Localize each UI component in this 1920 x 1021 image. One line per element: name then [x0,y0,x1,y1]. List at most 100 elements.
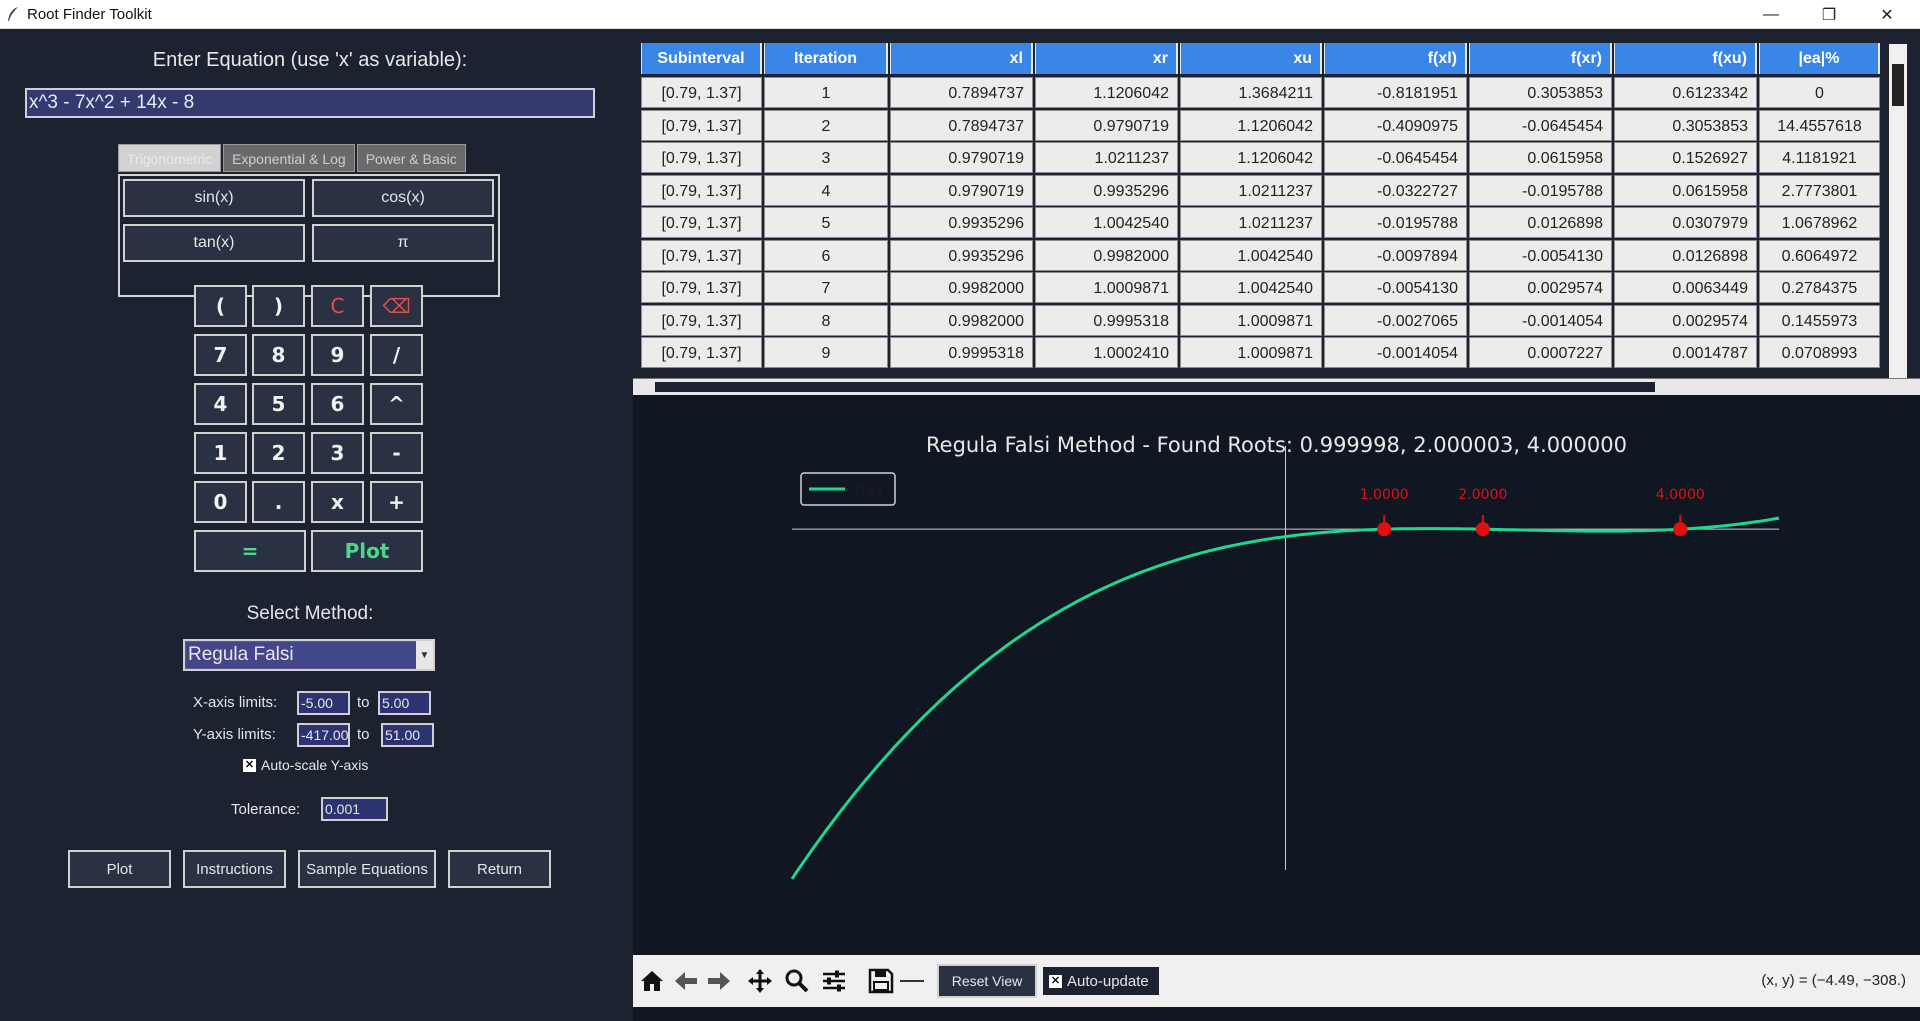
feather-icon [8,7,18,21]
restore-button[interactable]: ❐ [1800,0,1858,29]
key-equals[interactable]: = [194,530,306,572]
table-cell: 1.0678962 [1759,207,1880,238]
column-header[interactable]: Subinterval [641,43,762,74]
column-header[interactable]: f(xr) [1469,43,1612,74]
column-header[interactable]: Iteration [764,43,888,74]
key-5[interactable]: 5 [252,383,305,425]
table-cell: 1.0211237 [1035,142,1178,173]
instructions-button[interactable]: Instructions [183,850,286,888]
table-cell: 0.9982000 [1035,239,1178,271]
save-icon[interactable] [866,966,896,996]
column-header[interactable]: f(xl) [1324,43,1467,74]
table-cell: -0.0054130 [1324,272,1467,303]
table-cell: 1.0009871 [1035,272,1178,303]
y-min-input[interactable]: -417.00 [297,723,350,747]
key-3[interactable]: 3 [311,432,364,474]
column-header[interactable]: |ea|% [1759,43,1880,74]
autoscale-checkbox[interactable]: ✕ [243,759,256,772]
forward-arrow-icon[interactable] [704,966,734,996]
configure-subplots-icon[interactable] [819,966,849,996]
table-cell: 0.9995318 [1035,304,1178,336]
table-vertical-scrollbar[interactable] [1888,43,1908,383]
table-cell: 14.4557618 [1759,109,1880,141]
root-marker [1673,522,1688,537]
key-close-paren[interactable]: ) [252,285,305,327]
minimize-button[interactable]: — [1742,0,1800,29]
plot-canvas[interactable]: Regula Falsi Method - Found Roots: 0.999… [633,399,1920,984]
method-select[interactable]: Regula Falsi ▼ [183,639,435,671]
tolerance-input[interactable]: 0.001 [321,797,388,821]
key-9[interactable]: 9 [311,334,364,376]
column-header[interactable]: xu [1180,43,1322,74]
key-divide[interactable]: / [370,334,423,376]
pan-icon[interactable] [745,966,775,996]
column-header[interactable]: xr [1035,43,1178,74]
key-4[interactable]: 4 [194,383,247,425]
table-cell: 7 [764,272,888,303]
tab-trigonometric[interactable]: Trigonometric [118,144,222,172]
key-0[interactable]: 0 [194,481,247,523]
key-open-paren[interactable]: ( [194,285,247,327]
hscroll-thumb[interactable] [655,382,1655,392]
table-cell: 1.0211237 [1180,207,1322,238]
x-max-input[interactable]: 5.00 [378,691,431,715]
column-header[interactable]: xl [890,43,1033,74]
x-min-input[interactable]: -5.00 [297,691,350,715]
table-cell: 8 [764,304,888,336]
table-cell: 0 [1759,77,1880,108]
key-7[interactable]: 7 [194,334,247,376]
back-arrow-icon[interactable] [671,966,701,996]
y-limits-label: Y-axis limits: [193,726,276,743]
keypad-plot-button[interactable]: Plot [311,530,423,572]
y-max-input[interactable]: 51.00 [381,723,434,747]
equation-input[interactable]: x^3 - 7x^2 + 14x - 8 [25,88,595,118]
table-cell: 0.9982000 [890,272,1033,303]
key-decimal[interactable]: . [252,481,305,523]
key-minus[interactable]: - [370,432,423,474]
tab-power-basic[interactable]: Power & Basic [356,144,466,172]
pi-button[interactable]: π [312,224,494,262]
key-clear[interactable]: C [311,285,364,327]
key-2[interactable]: 2 [252,432,305,474]
key-power[interactable]: ^ [370,383,423,425]
auto-update-checkbox[interactable]: ✕ [1049,974,1062,988]
table-horizontal-scrollbar[interactable] [633,378,1920,395]
sin-button[interactable]: sin(x) [123,179,305,217]
table-cell: 0.9935296 [890,207,1033,238]
key-x[interactable]: x [311,481,364,523]
table-cell: 1.3684211 [1180,77,1322,108]
key-plus[interactable]: + [370,481,423,523]
close-button[interactable]: ✕ [1858,0,1916,29]
auto-update-toggle[interactable]: ✕ Auto-update [1043,967,1159,995]
tab-exponential-log[interactable]: Exponential & Log [223,144,355,172]
table-cell: -0.0027065 [1324,304,1467,336]
reset-view-button[interactable]: Reset View [937,964,1037,998]
results-panel: Subinterval Iteration xl xr xu f(xl) f(xr) f(xu… [633,29,1920,1021]
scroll-thumb[interactable] [1892,64,1904,106]
sample-equations-button[interactable]: Sample Equations [298,850,436,888]
return-button[interactable]: Return [448,850,551,888]
table-cell: 0.0708993 [1759,337,1880,368]
to-label-x: to [357,694,370,711]
key-8[interactable]: 8 [252,334,305,376]
dropdown-arrow-icon[interactable]: ▼ [416,641,433,669]
table-cell: 6 [764,239,888,271]
table-cell: 0.6123342 [1614,77,1757,108]
column-header[interactable]: f(xu) [1614,43,1757,74]
table-cell: [0.79, 1.37] [641,207,762,238]
plot-button[interactable]: Plot [68,850,171,888]
key-6[interactable]: 6 [311,383,364,425]
table-cell: 1.0042540 [1180,239,1322,271]
root-label: 2.0000 [1458,487,1507,503]
zoom-icon[interactable] [782,966,812,996]
table-cell: -0.0097894 [1324,239,1467,271]
key-1[interactable]: 1 [194,432,247,474]
cos-button[interactable]: cos(x) [312,179,494,217]
iterations-table: Subinterval Iteration xl xr xu f(xl) f(xr) f(xu… [633,29,1920,395]
table-cell: 0.0014787 [1614,337,1757,368]
tan-button[interactable]: tan(x) [123,224,305,262]
home-icon[interactable] [637,966,667,996]
table-cell: 1.1206042 [1180,109,1322,141]
backspace-icon[interactable]: ⌫ [370,285,423,327]
table-cell: 3 [764,142,888,173]
